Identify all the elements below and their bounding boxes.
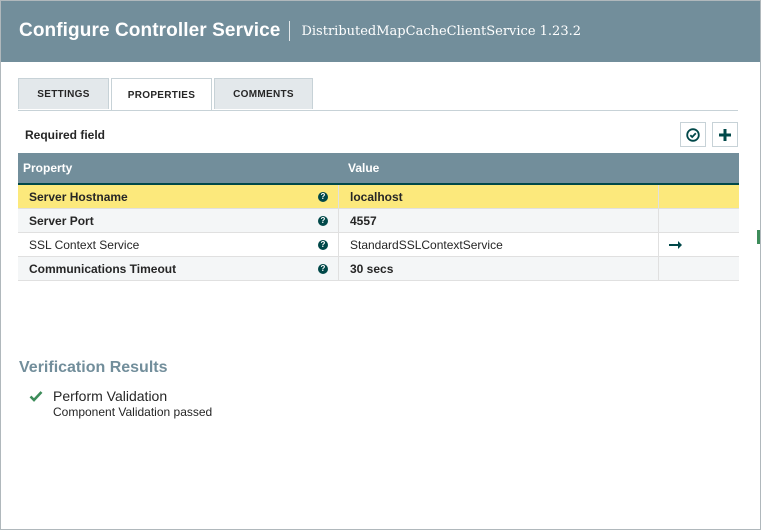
table-row[interactable]: Server Port ? 4557 <box>18 209 739 233</box>
help-icon[interactable]: ? <box>318 263 328 274</box>
verification-results-title: Verification Results <box>19 359 168 376</box>
check-circle-icon <box>686 127 700 142</box>
tab-settings[interactable]: SETTINGS <box>18 78 109 109</box>
property-name: Server Hostname <box>29 189 128 204</box>
row-actions <box>659 185 739 208</box>
property-name: SSL Context Service <box>29 237 140 252</box>
verification-item-title: Perform Validation <box>53 388 168 404</box>
tab-bar: SETTINGS PROPERTIES COMMENTS <box>18 78 315 111</box>
column-header-property: Property <box>23 161 73 175</box>
property-value[interactable]: StandardSSLContextService <box>350 238 503 252</box>
verification-item-description: Component Validation passed <box>53 405 213 419</box>
required-field-label: Required field <box>25 128 106 142</box>
title-separator <box>289 21 291 41</box>
property-name: Communications Timeout <box>29 261 177 276</box>
table-row[interactable]: SSL Context Service ? StandardSSLContext… <box>18 233 739 257</box>
column-header-value: Value <box>348 161 380 175</box>
properties-table: Property Value Server Hostname ? localho… <box>18 153 739 281</box>
arrow-right-icon[interactable] <box>669 240 683 250</box>
tab-comments[interactable]: COMMENTS <box>214 78 313 109</box>
tab-underline <box>18 110 738 111</box>
row-actions <box>659 233 739 256</box>
table-row[interactable]: Communications Timeout ? 30 secs <box>18 257 739 281</box>
table-row[interactable]: Server Hostname ? localhost <box>18 185 739 209</box>
property-name: Server Port <box>29 213 94 228</box>
property-value[interactable]: localhost <box>350 190 403 204</box>
help-icon[interactable]: ? <box>318 191 328 202</box>
property-value[interactable]: 30 secs <box>350 262 393 276</box>
row-actions <box>659 257 739 280</box>
verify-button[interactable] <box>680 122 706 147</box>
plus-icon <box>719 128 731 141</box>
dialog-header: Configure Controller Service Distributed… <box>0 0 761 62</box>
help-icon[interactable]: ? <box>318 239 328 250</box>
add-property-button[interactable] <box>712 122 738 147</box>
dialog-title: Configure Controller Service <box>19 20 281 41</box>
row-actions <box>659 209 739 232</box>
edge-indicator <box>757 230 760 244</box>
property-value[interactable]: 4557 <box>350 214 377 228</box>
dialog-subtitle: DistributedMapCacheClientService 1.23.2 <box>301 23 582 39</box>
table-header: Property Value <box>18 153 739 185</box>
success-check-icon <box>29 391 43 402</box>
help-icon[interactable]: ? <box>318 215 328 226</box>
tab-properties[interactable]: PROPERTIES <box>111 78 212 111</box>
